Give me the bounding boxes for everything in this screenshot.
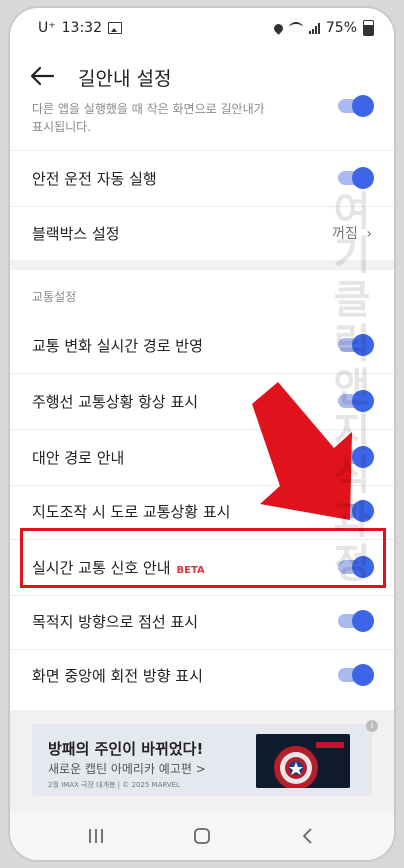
location-icon bbox=[272, 21, 285, 35]
shield-icon bbox=[256, 734, 350, 788]
status-time: 13:32 bbox=[61, 20, 102, 36]
setting-row-destination-line[interactable]: 목적지 방향으로 점선 표시 bbox=[10, 594, 394, 650]
signal-icon bbox=[308, 22, 320, 34]
ad-info-icon[interactable]: i bbox=[366, 720, 378, 732]
setting-label: 안전 운전 자동 실행 bbox=[32, 170, 157, 188]
ad-title: 방패의 주인이 바뀌었다! bbox=[48, 740, 204, 758]
wifi-icon bbox=[288, 22, 303, 34]
battery-percent: 75% bbox=[325, 20, 357, 36]
carrier-label: U⁺ bbox=[38, 20, 56, 36]
destination-line-toggle[interactable] bbox=[338, 610, 374, 632]
system-nav-bar bbox=[10, 812, 394, 860]
ad-image bbox=[256, 734, 350, 788]
safe-driving-toggle[interactable] bbox=[338, 167, 374, 189]
home-icon[interactable] bbox=[188, 824, 216, 848]
status-right: 75% bbox=[272, 20, 374, 36]
back-nav-icon[interactable] bbox=[294, 824, 322, 848]
battery-icon bbox=[363, 20, 374, 36]
ad-area: 방패의 주인이 바뀌었다! 새로운 캡틴 아메리카 예고편 > 2월 IMAX … bbox=[10, 710, 394, 812]
recent-apps-icon[interactable] bbox=[82, 824, 110, 848]
setting-label: 목적지 방향으로 점선 표시 bbox=[32, 613, 199, 631]
status-bar: U⁺ 13:32 75% bbox=[10, 8, 394, 48]
section-title: 교통설정 bbox=[32, 290, 77, 304]
setting-label: 지도조작 시 도로 교통상황 표시 bbox=[32, 503, 231, 521]
turn-direction-toggle[interactable] bbox=[338, 664, 374, 686]
phone-screen: U⁺ 13:32 75% 길안내 설정 다른 앱을 실행했을 때 작은 화면으로… bbox=[10, 8, 394, 860]
gallery-icon bbox=[108, 22, 122, 34]
ad-subtitle: 새로운 캡틴 아메리카 예고편 > bbox=[48, 762, 206, 776]
ad-fineprint: 2월 IMAX 극장 대개봉 | © 2025 MARVEL bbox=[48, 781, 180, 789]
page-title: 길안내 설정 bbox=[78, 68, 172, 90]
pip-toggle[interactable] bbox=[338, 95, 374, 117]
status-left: U⁺ 13:32 bbox=[38, 20, 122, 36]
pip-description: 다른 앱을 실행했을 때 작은 화면으로 길안내가 표시됩니다. bbox=[32, 102, 265, 134]
setting-label: 주행선 교통상황 항상 표시 bbox=[32, 393, 199, 411]
setting-label: 화면 중앙에 회전 방향 표시 bbox=[32, 667, 203, 685]
ad-banner[interactable]: 방패의 주인이 바뀌었다! 새로운 캡틴 아메리카 예고편 > 2월 IMAX … bbox=[32, 720, 378, 796]
back-arrow-icon[interactable] bbox=[28, 62, 56, 90]
watermark: 여기클릭앤지식과정 bbox=[333, 189, 371, 587]
setting-label: 블랙박스 설정 bbox=[32, 225, 120, 243]
setting-row-turn-direction[interactable]: 화면 중앙에 회전 방향 표시 bbox=[10, 648, 394, 703]
setting-label: 대안 경로 안내 bbox=[32, 449, 125, 467]
setting-label: 교통 변화 실시간 경로 반영 bbox=[32, 337, 203, 355]
